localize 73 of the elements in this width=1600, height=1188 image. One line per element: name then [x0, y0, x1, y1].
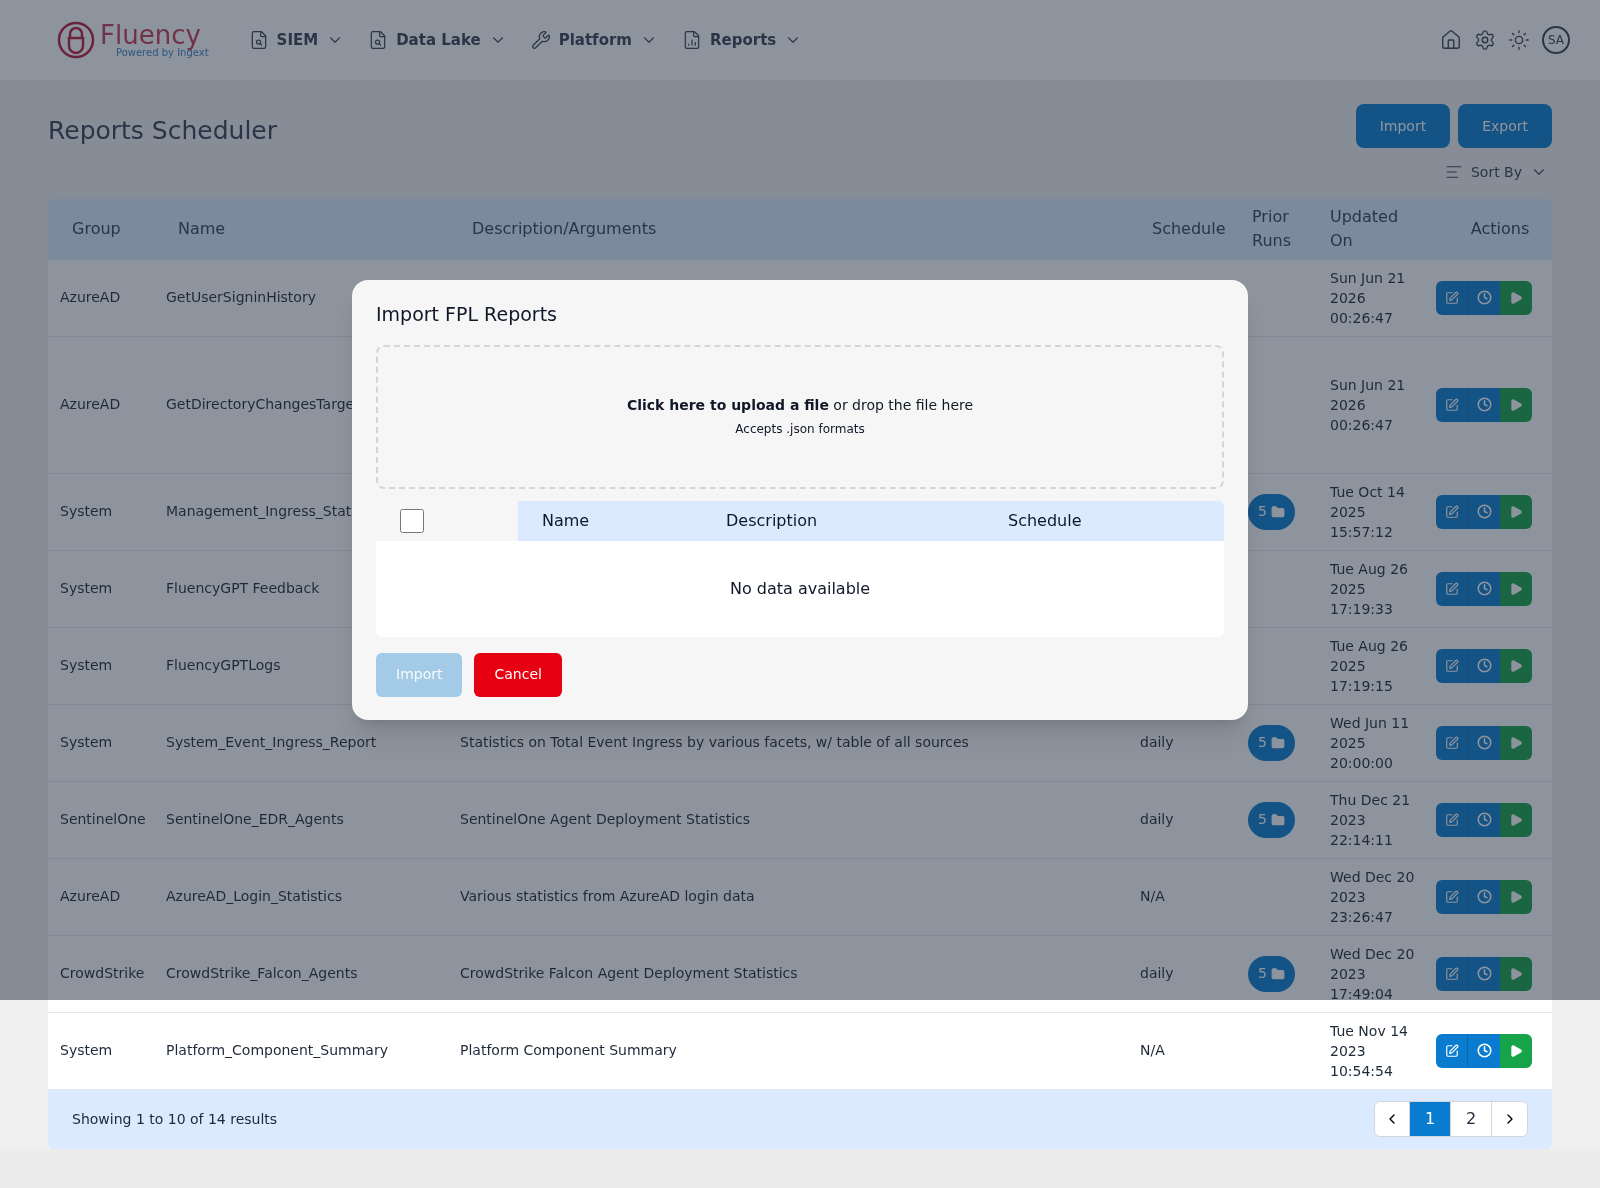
upload-instruction: Click here to upload a file or drop the file here — [626, 396, 974, 415]
table-cell-text: Tue Nov 14 2023 10:54:54 — [1329, 1021, 1409, 1081]
table-cell-text: AzureAD — [59, 288, 122, 307]
table-cell-text: Various statistics from AzureAD login data — [459, 888, 755, 904]
table-cell-text: Sun Jun 21 2026 00:26:47 — [1329, 375, 1407, 435]
table-cell-text: Sun Jun 21 2026 00:26:47 — [1329, 268, 1407, 328]
results-summary: Showing 1 to 10 of 14 results — [72, 1109, 278, 1129]
table-cell-text: System — [59, 579, 114, 598]
table-cell-text: System — [59, 1041, 114, 1060]
column-header: Prior Runs — [1251, 206, 1292, 252]
table-cell-text: Wed Dec 20 2023 23:26:47 — [1329, 867, 1416, 927]
table-cell-text: System_Event_Ingress_Report — [166, 733, 377, 752]
avatar[interactable]: SA — [1542, 26, 1570, 54]
column-header: Actions — [1469, 218, 1531, 240]
table-cell-text: Statistics on Total Event Ingress by various facets, w/ table of all sources — [459, 734, 969, 750]
column-header: Name — [542, 509, 591, 532]
file-drop-zone[interactable]: Click here to upload a file or drop the file here Accepts .json formats — [376, 344, 1224, 489]
prior-runs-badge[interactable]: 5 — [1248, 801, 1295, 838]
nav-menu[interactable]: Data Lake — [368, 28, 507, 52]
table-cell-text: Management_Ingress_Stat — [166, 502, 352, 521]
table-cell-text: AzureAD — [59, 395, 122, 414]
nav-menu[interactable]: Platform — [530, 28, 658, 52]
column-header: Description/Arguments — [471, 218, 658, 240]
table-cell-text: FluencyGPT Feedback — [166, 579, 320, 598]
table-cell-text: GetDirectoryChangesTarge — [166, 395, 355, 414]
sort-by-button[interactable]: Sort By — [1444, 161, 1552, 183]
logo-tagline: Powered by Ingext — [116, 48, 209, 58]
header-button[interactable]: Export — [1458, 104, 1552, 148]
table-cell-text: Thu Dec 21 2023 22:14:11 — [1329, 790, 1412, 850]
table-cell-text: GetUserSigninHistory — [166, 288, 316, 307]
table-cell-text: daily — [1139, 965, 1174, 981]
page-button[interactable]: 1 — [1410, 1102, 1451, 1136]
column-header: Description — [726, 509, 819, 532]
column-header: Name — [177, 218, 227, 240]
nav-menu[interactable]: SIEM — [248, 28, 345, 52]
table-cell-text: System — [59, 502, 114, 521]
table-cell-text: N/A — [1139, 888, 1165, 904]
table-cell-text: Tue Aug 26 2025 17:19:33 — [1329, 559, 1409, 619]
table-cell-text: daily — [1139, 811, 1174, 827]
header-button[interactable]: Import — [1355, 104, 1451, 148]
dialog-title: Import FPL Reports — [376, 302, 558, 327]
table-cell-text: Platform_Component_Summary — [166, 1041, 388, 1060]
page-title: Reports Scheduler — [48, 115, 277, 147]
table-cell-text: Tue Aug 26 2025 17:19:15 — [1329, 636, 1409, 696]
prior-runs-badge[interactable]: 5 — [1248, 493, 1295, 530]
table-cell-text: CrowdStrike_Falcon_Agents — [166, 964, 358, 983]
column-header: Updated On — [1329, 206, 1398, 252]
table-cell-text: Platform Component Summary — [459, 1042, 677, 1058]
nav-menu[interactable]: Reports — [681, 28, 803, 52]
table-cell-text: FluencyGPTLogs — [166, 656, 281, 675]
table-cell-text: System — [59, 733, 114, 752]
column-header: Group — [71, 218, 122, 240]
table-cell-text: N/A — [1139, 1042, 1165, 1058]
table-cell-text: Tue Oct 14 2025 15:57:12 — [1329, 482, 1406, 542]
table-cell-text: Wed Dec 20 2023 17:49:04 — [1329, 944, 1416, 1004]
table-cell-text: Wed Jun 11 2025 20:00:00 — [1329, 713, 1411, 773]
table-cell-text: daily — [1139, 734, 1174, 750]
table-cell-text: System — [59, 656, 114, 675]
table-cell-text: CrowdStrike Falcon Agent Deployment Statistics — [459, 965, 798, 981]
table-cell-text: AzureAD — [59, 887, 122, 906]
table-cell-text: AzureAD_Login_Statistics — [166, 887, 342, 906]
column-header: Schedule — [1151, 218, 1227, 240]
logo-wordmark: Fluency — [100, 22, 201, 48]
prior-runs-badge[interactable]: 5 — [1248, 724, 1295, 761]
column-header: Schedule — [1008, 509, 1083, 532]
table-cell-text: CrowdStrike — [59, 964, 146, 983]
cancel-button[interactable]: Cancel — [474, 652, 562, 697]
table-cell-text: SentinelOne_EDR_Agents — [166, 810, 344, 829]
accepted-formats-note: Accepts .json formats — [735, 421, 865, 438]
table-cell-text: SentinelOne Agent Deployment Statistics — [459, 811, 751, 827]
prior-runs-badge[interactable]: 5 — [1248, 955, 1295, 992]
empty-message: No data available — [729, 577, 871, 600]
table-cell-text: SentinelOne — [59, 810, 147, 829]
